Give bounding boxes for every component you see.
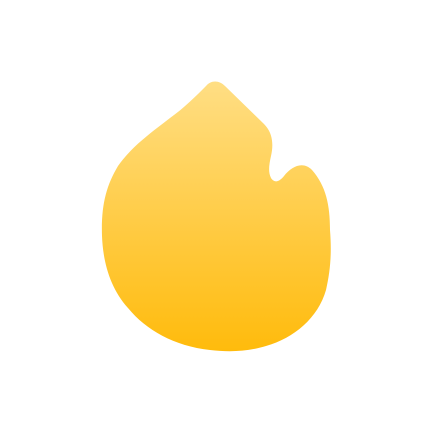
flame-icon bbox=[101, 81, 331, 352]
flame-shape bbox=[101, 81, 331, 352]
flame-icon-container bbox=[0, 0, 434, 434]
canvas bbox=[0, 0, 434, 434]
